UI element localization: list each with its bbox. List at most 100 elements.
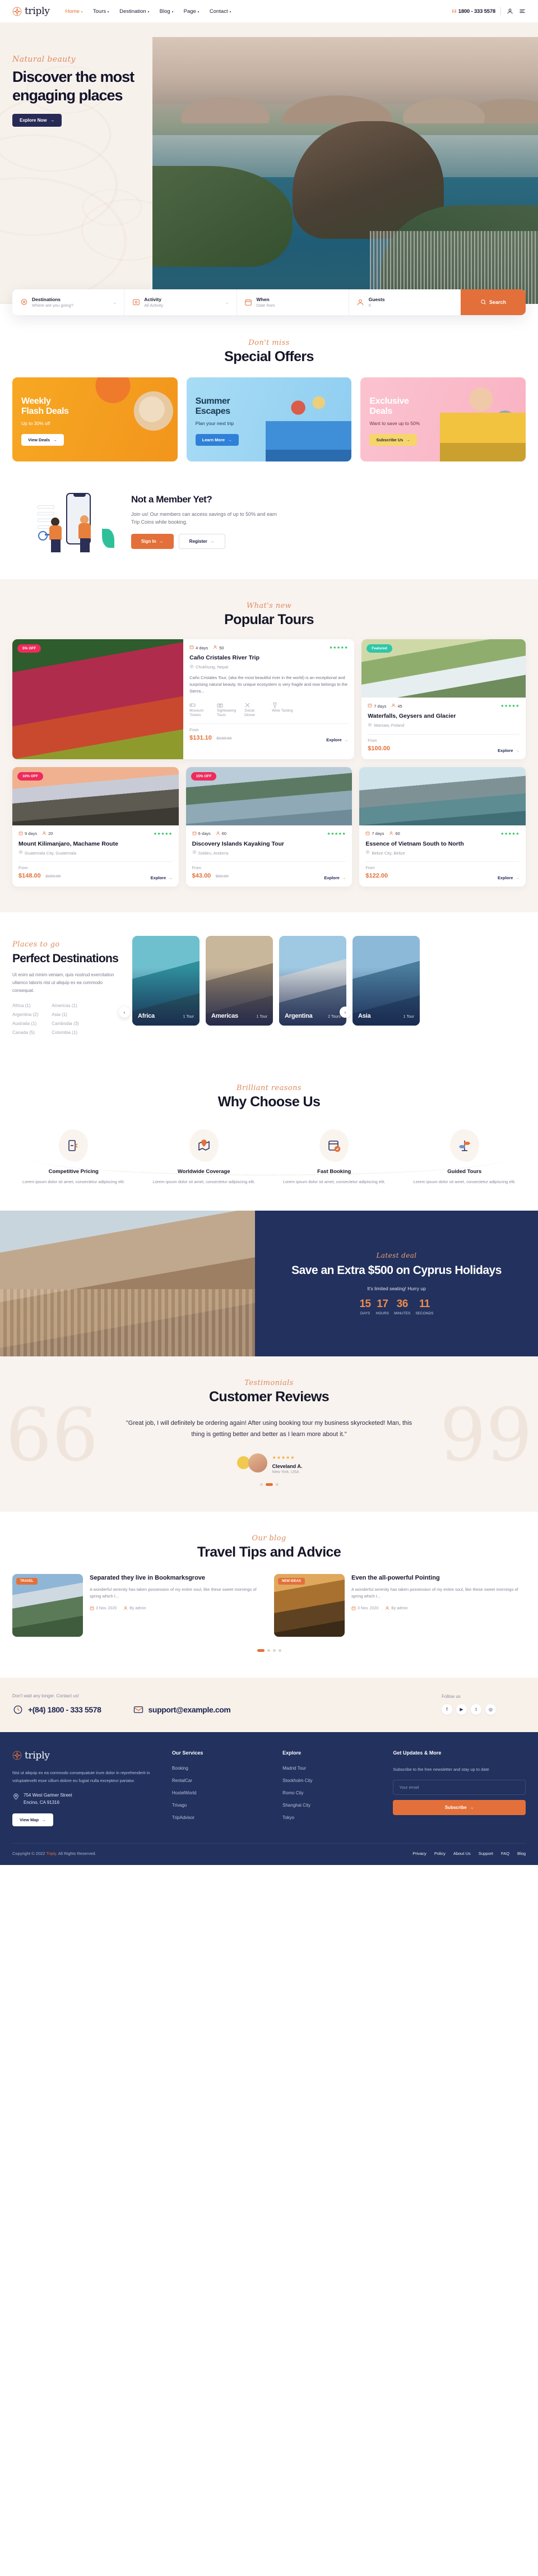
explore-button[interactable]: Explore → (324, 875, 346, 880)
list-item[interactable]: Cambodia (3) (52, 1021, 78, 1026)
footer-link-hostelworld[interactable]: HostelWorld (172, 1790, 270, 1795)
footer-link-support[interactable]: Support (479, 1851, 493, 1856)
destination-card-argentina[interactable]: Argentina 2 Tours (279, 936, 346, 1026)
footer-newsletter-desc: Subscribe to the free newsletter and sta… (393, 1766, 489, 1772)
footer-link-romo-city[interactable]: Romo City (282, 1790, 381, 1795)
destination-card-asia[interactable]: Asia 1 Tour (353, 936, 420, 1026)
list-item[interactable]: Africa (1) (12, 1003, 38, 1008)
header-phone[interactable]: 1800 - 333 5578 (452, 8, 495, 15)
footer-link-stockholm-city[interactable]: Stockholm City (282, 1778, 381, 1783)
user-icon[interactable] (506, 8, 513, 15)
explore-button[interactable]: Explore → (326, 737, 348, 742)
footer-link-tripadvisor[interactable]: TripAdvisor (172, 1815, 270, 1820)
search-button-label: Search (489, 299, 507, 305)
footer-link-policy[interactable]: Policy (434, 1851, 446, 1856)
blog-post-pointing[interactable]: NEW IDEAS Even the all-powerful Pointing… (274, 1573, 526, 1637)
sign-in-button[interactable]: Sign In → (131, 534, 174, 550)
hero-script-label: Natural beauty (12, 55, 76, 64)
blog-post-bookmarksgrove[interactable]: TRAVEL Separated they live in Bookmarksg… (12, 1573, 264, 1637)
footer-link-rentalcar[interactable]: RentalCar (172, 1778, 270, 1783)
footer-link-privacy[interactable]: Privacy (412, 1851, 426, 1856)
explore-button[interactable]: Explore → (151, 875, 173, 880)
nav-item-destination[interactable]: Destination (119, 8, 149, 15)
list-item[interactable]: Argentina (2) (12, 1012, 38, 1017)
search-bar-wrapper: Destinations Where are you going? ⌄ Acti… (12, 289, 526, 315)
countdown-label: DAYS (360, 1312, 370, 1316)
list-item[interactable]: Australia (1) (12, 1021, 38, 1026)
nav-item-page[interactable]: Page (184, 8, 200, 15)
footer-logo[interactable]: triply (12, 1750, 160, 1761)
tour-card-kilimanjaro[interactable]: 10% OFF 9 days 20 ★★★★★ Mount Kilimanjar… (12, 767, 179, 887)
subscribe-button[interactable]: Subscribe → (393, 1800, 526, 1816)
footer-link-faq[interactable]: FAQ (501, 1851, 509, 1856)
facebook-icon[interactable]: f (442, 1704, 452, 1715)
nav-item-blog[interactable]: Blog (160, 8, 173, 15)
destination-tour-count: 1 Tour (403, 1015, 414, 1019)
newsletter-email-input[interactable] (393, 1780, 526, 1795)
phone-icon (12, 1704, 24, 1715)
hamburger-icon[interactable] (518, 8, 526, 15)
register-button[interactable]: Register → (178, 534, 225, 550)
reviews-pagination-dots[interactable] (12, 1483, 526, 1486)
view-deals-button[interactable]: View Deals → (21, 433, 64, 446)
chevron-down-icon[interactable]: ⌄ (225, 300, 229, 305)
tour-card-vietnam[interactable]: 7 days 60 ★★★★★ Essence of Vietnam South… (359, 767, 526, 887)
offer-card-weekly-flash-deals[interactable]: Weekly Flash Deals Up to 30% off View De… (12, 377, 178, 461)
explore-button[interactable]: Explore → (498, 875, 520, 880)
contact-email[interactable]: support@example.com (133, 1704, 231, 1715)
search-field-activity[interactable]: Activity All Activity ⌄ (124, 289, 237, 315)
dot-active[interactable] (257, 1649, 265, 1652)
blog-image: TRAVEL (12, 1573, 83, 1637)
tour-card-waterfalls[interactable]: Featured 7 days 45 ★★★★★ Waterfalls, Gey… (361, 639, 526, 759)
destination-card-africa[interactable]: Africa 1 Tour (132, 936, 200, 1026)
dest-name: Africa (12, 1003, 24, 1009)
offer-card-exclusive-deals[interactable]: Exclusive Deals Want to save up to 50% S… (360, 377, 526, 461)
footer-link-trivago[interactable]: Trivago (172, 1803, 270, 1808)
youtube-icon[interactable]: ▶ (456, 1704, 467, 1715)
search-field-destinations[interactable]: Destinations Where are you going? ⌄ (12, 289, 125, 315)
countdown-label: HOURS (375, 1312, 389, 1316)
chevron-down-icon[interactable]: ⌄ (113, 300, 117, 305)
contact-phone[interactable]: +(84) 1800 - 333 5578 (12, 1704, 101, 1715)
tour-capacity: 50 (213, 645, 224, 650)
footer-link-madrid-tour[interactable]: Madrid Tour (282, 1766, 381, 1771)
list-item[interactable]: Asia (1) (52, 1012, 78, 1017)
explore-now-button[interactable]: Explore Now → (12, 113, 62, 127)
list-item[interactable]: Canada (5) (12, 1030, 38, 1035)
tour-location-label: Soldeu, Andorra (198, 850, 229, 856)
footer-link-blog[interactable]: Blog (517, 1851, 526, 1856)
twitter-icon[interactable]: t (471, 1704, 481, 1715)
tour-card-featured[interactable]: 5% OFF 4 days 50 ★★★★★ Caño Cristales Ri… (12, 639, 355, 759)
explore-button[interactable]: Explore → (498, 748, 520, 753)
footer-link-shanghai-city[interactable]: Shanghai City (282, 1803, 381, 1808)
dot[interactable] (272, 1649, 276, 1652)
learn-more-button[interactable]: Learn More → (195, 433, 239, 446)
offer-card-summer-escapes[interactable]: Summer Escapes Plan your next trip Learn… (186, 377, 352, 461)
nav-item-tours[interactable]: Tours (93, 8, 109, 15)
arrow-right-icon: → (41, 1817, 46, 1823)
logo[interactable]: triply (12, 6, 50, 17)
blog-pagination-dots[interactable] (12, 1649, 526, 1652)
nav-item-contact[interactable]: Contact (210, 8, 231, 15)
search-field-guests[interactable]: Guests 0 (349, 289, 461, 315)
list-item[interactable]: Colombia (1) (52, 1030, 78, 1035)
dot[interactable] (267, 1649, 270, 1652)
destination-card-americas[interactable]: Americas 1 Tour (206, 936, 273, 1026)
footer-link-booking[interactable]: Booking (172, 1766, 270, 1771)
search-button[interactable]: Search (461, 289, 526, 315)
dot[interactable] (278, 1649, 281, 1652)
list-item[interactable]: Americas (1) (52, 1003, 78, 1008)
search-field-when[interactable]: When Date from (237, 289, 349, 315)
view-map-button[interactable]: View Map → (12, 1813, 53, 1827)
dot-active[interactable] (265, 1483, 273, 1486)
tour-card-kayaking[interactable]: 15% OFF 6 days 60 ★★★★★ Discovery Island… (185, 767, 353, 887)
instagram-icon[interactable]: ◎ (485, 1704, 496, 1715)
subscribe-us-button[interactable]: Subscribe Us → (369, 433, 417, 446)
footer-link-tokyo[interactable]: Tokyo (282, 1815, 381, 1820)
tour-location: Chukhung, Nepal (189, 664, 348, 670)
dot[interactable] (259, 1483, 263, 1486)
dot[interactable] (275, 1483, 279, 1486)
footer-link-about-us[interactable]: About Us (453, 1851, 471, 1856)
nav-item-home[interactable]: Home (66, 8, 83, 15)
map-pin-icon (365, 850, 370, 856)
